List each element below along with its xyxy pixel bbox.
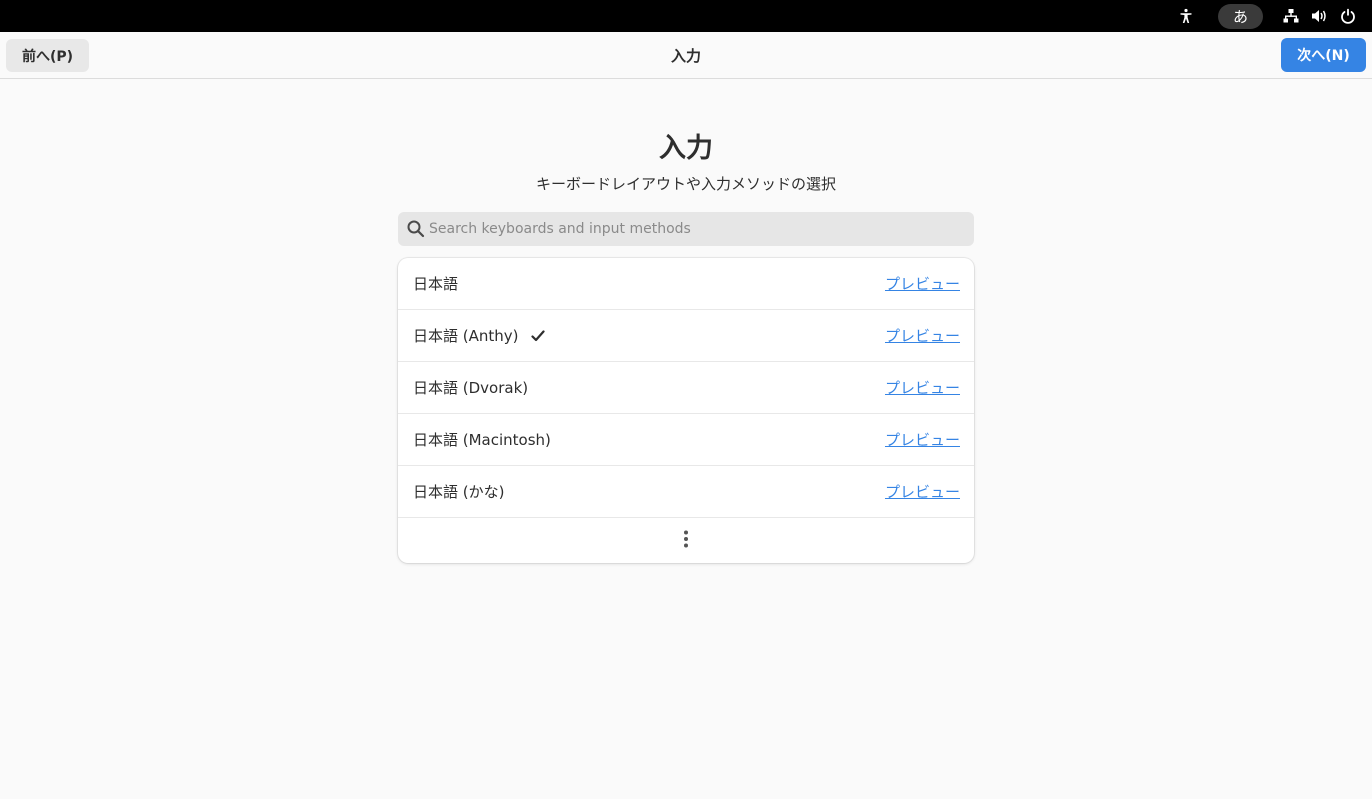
list-item-japanese-macintosh[interactable]: 日本語 (Macintosh) プレビュー — [398, 414, 974, 466]
previous-button[interactable]: 前へ(P) — [6, 39, 89, 72]
header-bar: 入力 前へ(P) 次へ(N) — [0, 32, 1372, 79]
search-icon — [406, 219, 426, 239]
search-bar[interactable] — [398, 212, 974, 246]
accessibility-icon[interactable] — [1176, 0, 1196, 32]
page-title: 入力 — [659, 133, 713, 164]
header-title: 入力 — [670, 47, 701, 65]
list-item-label: 日本語 (Dvorak) — [413, 379, 529, 397]
preview-link[interactable]: プレビュー — [885, 273, 960, 294]
search-input[interactable] — [429, 212, 974, 246]
view-more-icon — [683, 530, 689, 552]
preview-link[interactable]: プレビュー — [885, 325, 960, 346]
input-source-list: 日本語 プレビュー 日本語 (Anthy) プレビュー 日本語 (Dvorak)… — [398, 258, 974, 563]
list-item-japanese-anthy[interactable]: 日本語 (Anthy) プレビュー — [398, 310, 974, 362]
list-item-japanese-kana[interactable]: 日本語 (かな) プレビュー — [398, 466, 974, 518]
preview-link[interactable]: プレビュー — [885, 429, 960, 450]
volume-icon[interactable] — [1309, 0, 1329, 32]
list-item-label: 日本語 (かな) — [413, 483, 505, 501]
power-icon[interactable] — [1338, 0, 1358, 32]
show-more-button[interactable] — [398, 518, 974, 563]
list-item-label: 日本語 (Anthy) — [413, 327, 519, 345]
list-item-japanese[interactable]: 日本語 プレビュー — [398, 258, 974, 310]
next-button[interactable]: 次へ(N) — [1281, 38, 1366, 72]
preview-link[interactable]: プレビュー — [885, 481, 960, 502]
checkmark-icon — [530, 329, 545, 342]
list-item-japanese-dvorak[interactable]: 日本語 (Dvorak) プレビュー — [398, 362, 974, 414]
list-item-label: 日本語 — [413, 275, 459, 293]
preview-link[interactable]: プレビュー — [885, 377, 960, 398]
page-subtitle: キーボードレイアウトや入力メソッドの選択 — [535, 175, 836, 193]
input-method-indicator[interactable]: あ — [1218, 4, 1263, 29]
top-panel: あ — [0, 0, 1372, 32]
network-wired-icon[interactable] — [1281, 0, 1301, 32]
list-item-label: 日本語 (Macintosh) — [413, 431, 551, 449]
